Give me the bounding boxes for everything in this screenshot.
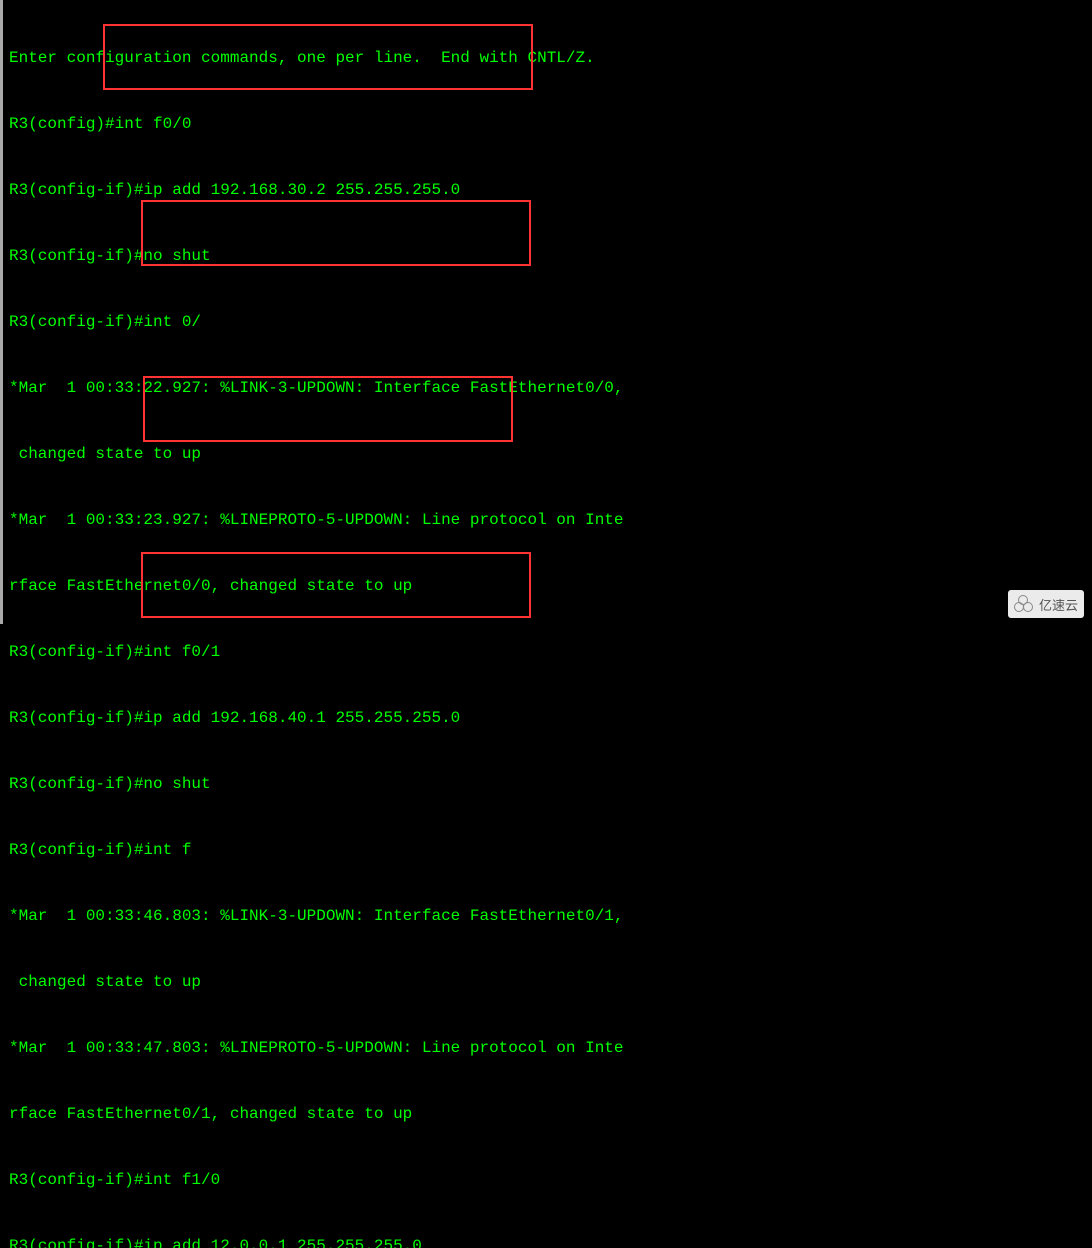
terminal-line: R3(config-if)#no shut bbox=[9, 773, 1086, 795]
terminal-line: Enter configuration commands, one per li… bbox=[9, 47, 1086, 69]
terminal-line: changed state to up bbox=[9, 443, 1086, 465]
terminal-line: rface FastEthernet0/0, changed state to … bbox=[9, 575, 1086, 597]
terminal-line: *Mar 1 00:33:46.803: %LINK-3-UPDOWN: Int… bbox=[9, 905, 1086, 927]
terminal-line: R3(config-if)#int f1/0 bbox=[9, 1169, 1086, 1191]
terminal-line: *Mar 1 00:33:47.803: %LINEPROTO-5-UPDOWN… bbox=[9, 1037, 1086, 1059]
watermark-text: 亿速云 bbox=[1039, 595, 1078, 614]
terminal-line: *Mar 1 00:33:23.927: %LINEPROTO-5-UPDOWN… bbox=[9, 509, 1086, 531]
terminal-line: R3(config-if)#ip add 192.168.40.1 255.25… bbox=[9, 707, 1086, 729]
terminal-line: rface FastEthernet0/1, changed state to … bbox=[9, 1103, 1086, 1125]
watermark-badge: 亿速云 bbox=[1008, 590, 1084, 618]
terminal-line: R3(config-if)#int f bbox=[9, 839, 1086, 861]
terminal-line: changed state to up bbox=[9, 971, 1086, 993]
terminal-line: R3(config-if)#int 0/ bbox=[9, 311, 1086, 333]
terminal-output: Enter configuration commands, one per li… bbox=[3, 0, 1092, 1248]
terminal-line: R3(config-if)#ip add 192.168.30.2 255.25… bbox=[9, 179, 1086, 201]
terminal-line: R3(config-if)#int f0/1 bbox=[9, 641, 1086, 663]
terminal-line: *Mar 1 00:33:22.927: %LINK-3-UPDOWN: Int… bbox=[9, 377, 1086, 399]
terminal-line: R3(config)#int f0/0 bbox=[9, 113, 1086, 135]
terminal-line: R3(config-if)#no shut bbox=[9, 245, 1086, 267]
terminal-line: R3(config-if)#ip add 12.0.0.1 255.255.25… bbox=[9, 1235, 1086, 1248]
watermark-logo-icon bbox=[1014, 595, 1036, 613]
